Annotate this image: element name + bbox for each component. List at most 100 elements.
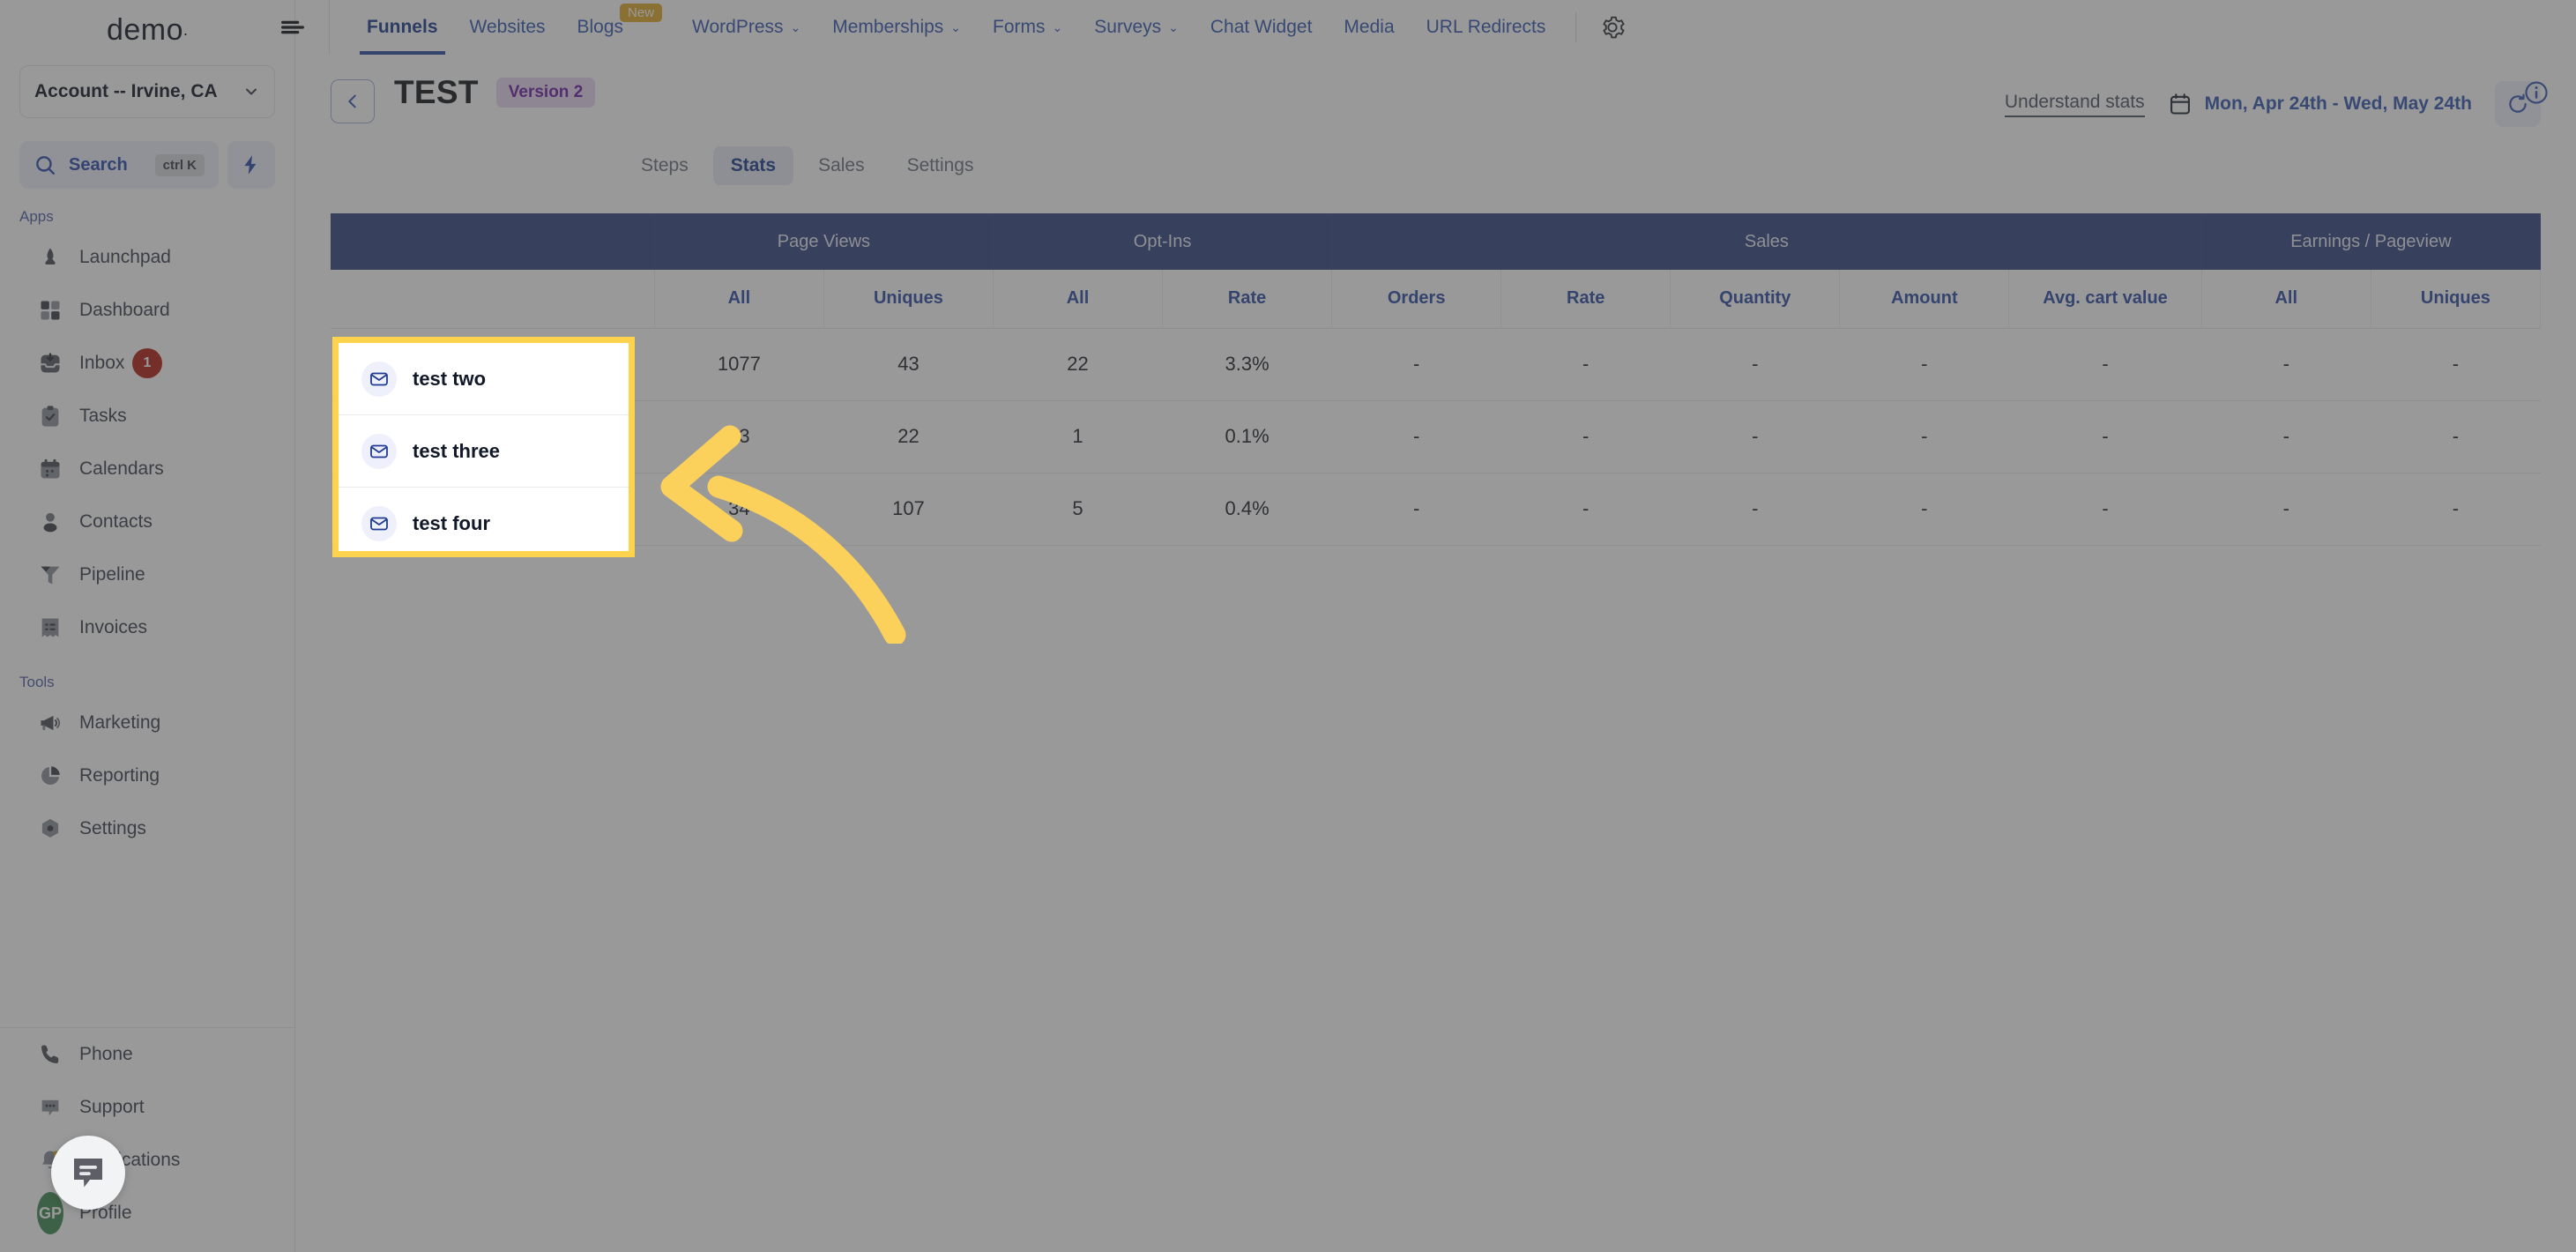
highlighted-row[interactable]: test four [339,488,629,551]
search-icon [36,156,55,175]
tasks-icon [37,403,63,429]
col-header-optins-rate[interactable]: Rate [1162,270,1333,329]
collapse-sidebar-icon[interactable] [278,12,313,42]
understand-stats-link[interactable]: Understand stats [2004,92,2145,117]
sidebar-item-label: Settings [79,818,146,838]
account-switcher[interactable]: Account -- Irvine, CA [19,65,275,118]
brand-dot: . [183,20,189,39]
info-icon [2525,81,2548,104]
col-header-sales-quantity[interactable]: Quantity [1670,270,1841,329]
tab-label: Funnels [367,17,438,37]
launchpad-icon [37,244,63,271]
col-header-sales-amount[interactable]: Amount [1839,270,2010,329]
tab-forms[interactable]: Forms ⌄ [977,0,1078,55]
sidebar-item-launchpad[interactable]: Launchpad [0,231,294,284]
megaphone-icon [37,710,63,736]
sidebar-item-notifications[interactable]: Notifications [0,1134,294,1187]
sidebar-item-invoices[interactable]: Invoices [0,601,294,654]
cell-earnings-uniques: - [2371,328,2541,401]
col-header-sales-orders[interactable]: Orders [1331,270,1502,329]
date-range-picker[interactable]: Mon, Apr 24th - Wed, May 24th [2168,92,2472,116]
sidebar-item-calendars[interactable]: Calendars [0,443,294,496]
divider [329,0,330,55]
cell-optins-all: 1 [993,400,1163,473]
col-header-sales-avg-cart-value[interactable]: Avg. cart value [2008,270,2202,329]
tab-label: Chat Widget [1210,17,1313,37]
row-name: test three [413,439,501,462]
sidebar-item-reporting[interactable]: Reporting [0,749,294,802]
info-button[interactable] [2523,79,2550,110]
tab-steps[interactable]: Steps [623,146,706,185]
quick-actions-button[interactable] [227,141,275,189]
tab-funnels[interactable]: Funnels [351,0,454,55]
sidebar-item-label: Support [79,1097,145,1117]
tab-label: Forms [993,17,1046,37]
sidebar-item-profile[interactable]: GP Profile [0,1187,294,1240]
col-header-earnings-all[interactable]: All [2201,270,2371,329]
brand-logo[interactable]: demo. [0,0,294,60]
sidebar-item-marketing[interactable]: Marketing [0,697,294,749]
cell-sales-quantity: - [1670,328,1840,401]
tab-chat-widget[interactable]: Chat Widget [1195,0,1329,55]
col-header-earnings-uniques[interactable]: Uniques [2371,270,2542,329]
pipeline-icon [37,562,63,588]
tab-blogs[interactable]: Blogs New [562,0,663,55]
tab-memberships[interactable]: Memberships ⌄ [816,0,977,55]
chevron-down-icon [246,88,257,95]
mail-icon [361,433,397,469]
sidebar-item-label: Inbox [79,353,125,373]
sidebar-item-settings[interactable]: Settings [0,802,294,855]
sidebar-item-dashboard[interactable]: Dashboard [0,284,294,337]
new-badge: New [620,4,663,22]
sidebar-item-phone[interactable]: Phone [0,1028,294,1081]
sidebar-tools-list: Marketing Reporting Settings [0,697,294,855]
tab-surveys[interactable]: Surveys ⌄ [1078,0,1195,55]
tab-media[interactable]: Media [1328,0,1410,55]
highlighted-row[interactable]: test three [339,415,629,488]
cell-sales-amount: - [1839,400,2009,473]
tab-label: WordPress [692,17,784,37]
sidebar-item-tasks[interactable]: Tasks [0,390,294,443]
sidebar-item-label: Calendars [79,458,164,479]
cell-sales-orders: - [1331,328,1501,401]
cell-sales-rate: - [1500,400,1671,473]
chevron-down-icon: ⌄ [1052,19,1063,34]
sidebar-item-pipeline[interactable]: Pipeline [0,548,294,601]
col-header-pageviews-uniques[interactable]: Uniques [823,270,994,329]
tab-url-redirects[interactable]: URL Redirects [1411,0,1562,55]
tab-wordpress[interactable]: WordPress ⌄ [676,0,816,55]
version-badge: Version 2 [495,78,596,108]
sidebar-item-inbox[interactable]: Inbox 1 [0,337,294,390]
highlighted-row[interactable]: test two [339,343,629,415]
sidebar-item-label: Launchpad [79,247,171,267]
sidebar-item-contacts[interactable]: Contacts [0,496,294,548]
col-header-optins-all[interactable]: All [993,270,1164,329]
table-group-header-row: Page Views Opt-Ins Sales Earnings / Page… [331,213,2542,270]
app-root: demo. Account -- Irvine, CA Search ctrl … [0,0,2576,1252]
account-label: Account -- Irvine, CA [34,81,218,101]
table-row[interactable]: test two 1077 43 22 3.3% - - - - - - - [331,328,2541,401]
tab-sales[interactable]: Sales [800,146,882,185]
cell-sales-orders: - [1331,473,1501,546]
col-header-pageviews-all[interactable]: All [654,270,824,329]
group-header-page-views: Page Views [654,213,994,270]
tab-stats[interactable]: Stats [712,146,794,185]
col-header-sales-rate[interactable]: Rate [1500,270,1671,329]
tab-settings[interactable]: Settings [890,146,992,185]
back-button[interactable] [331,79,375,123]
pie-chart-icon [37,763,63,789]
tab-label: Blogs [577,17,624,37]
sub-tabs: Steps Stats Sales Settings [295,127,2576,185]
chat-widget-button[interactable] [51,1136,125,1210]
sidebar-bottom-list: Phone Support Notifications GP Profile [0,1027,294,1252]
cell-optins-rate: 0.1% [1162,400,1332,473]
tab-label: Websites [469,17,546,37]
cell-sales-orders: - [1331,400,1501,473]
gear-icon[interactable] [1590,14,1634,41]
tab-websites[interactable]: Websites [454,0,562,55]
sidebar-item-label: Marketing [79,712,161,733]
cell-optins-all: 5 [993,473,1163,546]
sidebar-item-support[interactable]: Support [0,1081,294,1134]
search-input[interactable]: Search ctrl K [19,141,219,189]
search-shortcut: ctrl K [154,153,205,176]
